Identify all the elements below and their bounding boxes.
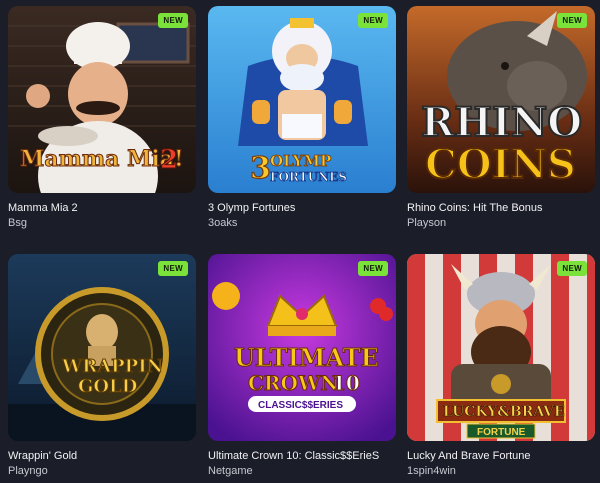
game-thumbnail[interactable]: ULTIMATE CROWN 10 CLASSIC$$ERIES NEW	[208, 254, 396, 441]
art-logo-number: 2	[160, 145, 178, 175]
art-logo-subtext: CROWN	[248, 371, 339, 395]
game-card-ultimate-crown-10[interactable]: ULTIMATE CROWN 10 CLASSIC$$ERIES NEW Ult…	[208, 254, 396, 477]
game-title[interactable]: 3 Olymp Fortunes	[208, 202, 396, 214]
mamma-mia-artwork: Mamma Mia! 2	[8, 6, 196, 193]
game-provider: Playson	[407, 217, 447, 229]
game-provider: Playngo	[8, 465, 48, 477]
game-thumbnail[interactable]: 3 OLYMP FORTUNES NEW	[208, 6, 396, 193]
olymp-fortunes-artwork: 3 OLYMP FORTUNES	[208, 6, 396, 193]
new-badge: NEW	[158, 13, 188, 28]
game-card-wrappin-gold[interactable]: WRAPPIN GOLD NEW Wrappin' Gold Playngo	[8, 254, 196, 477]
game-provider: Netgame	[208, 465, 253, 477]
art-logo-number: 10	[332, 371, 360, 395]
game-title[interactable]: Lucky And Brave Fortune	[407, 450, 595, 462]
art-logo-subtext: GOLD	[78, 376, 137, 397]
game-thumbnail[interactable]: Mamma Mia! 2 NEW	[8, 6, 196, 193]
new-badge: NEW	[158, 261, 188, 276]
game-provider: Bsg	[8, 217, 27, 229]
game-card-3-olymp-fortunes[interactable]: 3 OLYMP FORTUNES NEW 3 Olymp Fortunes 3o…	[208, 6, 396, 229]
new-badge: NEW	[557, 13, 587, 28]
art-logo-subtext: COINS	[425, 141, 576, 188]
game-provider: 1spin4win	[407, 465, 456, 477]
game-title[interactable]: Mamma Mia 2	[8, 202, 196, 214]
new-badge: NEW	[358, 261, 388, 276]
rhino-coins-artwork: RHINO COINS	[407, 6, 595, 193]
game-title[interactable]: Rhino Coins: Hit The Bonus	[407, 202, 595, 214]
game-thumbnail[interactable]: LUCKY&BRAVE FORTUNE NEW	[407, 254, 595, 441]
game-title[interactable]: Wrappin' Gold	[8, 450, 196, 462]
art-logo-text: WRAPPIN	[61, 356, 163, 377]
lucky-brave-artwork: LUCKY&BRAVE FORTUNE	[407, 254, 595, 441]
art-logo-text: RHINO	[421, 99, 582, 146]
game-thumbnail[interactable]: WRAPPIN GOLD NEW	[8, 254, 196, 441]
art-logo-text: OLYMP	[270, 152, 331, 170]
game-provider: 3oaks	[208, 217, 238, 229]
wrappin-gold-artwork: WRAPPIN GOLD	[8, 254, 196, 441]
new-badge: NEW	[358, 13, 388, 28]
art-logo-text: LUCKY&BRAVE	[443, 404, 565, 420]
ultimate-crown-artwork: ULTIMATE CROWN 10 CLASSIC$$ERIES	[208, 254, 396, 441]
art-logo-tagline: CLASSIC$$ERIES	[258, 400, 343, 411]
new-badge: NEW	[557, 261, 587, 276]
art-logo-subtext: FORTUNES	[270, 170, 347, 184]
art-logo-text: ULTIMATE	[234, 343, 379, 372]
art-logo-subtext: FORTUNE	[477, 427, 526, 438]
games-grid: Mamma Mia! 2 NEW Mamma Mia 2 Bsg 3 OLYMP…	[0, 0, 600, 483]
game-card-mamma-mia-2[interactable]: Mamma Mia! 2 NEW Mamma Mia 2 Bsg	[8, 6, 196, 229]
game-card-rhino-coins[interactable]: RHINO COINS NEW Rhino Coins: Hit The Bon…	[407, 6, 595, 229]
game-card-lucky-and-brave-fortune[interactable]: LUCKY&BRAVE FORTUNE NEW Lucky And Brave …	[407, 254, 595, 477]
art-logo-number: 3	[250, 151, 271, 186]
game-thumbnail[interactable]: RHINO COINS NEW	[407, 6, 595, 193]
game-title[interactable]: Ultimate Crown 10: Classic$$ErieS	[208, 450, 396, 462]
